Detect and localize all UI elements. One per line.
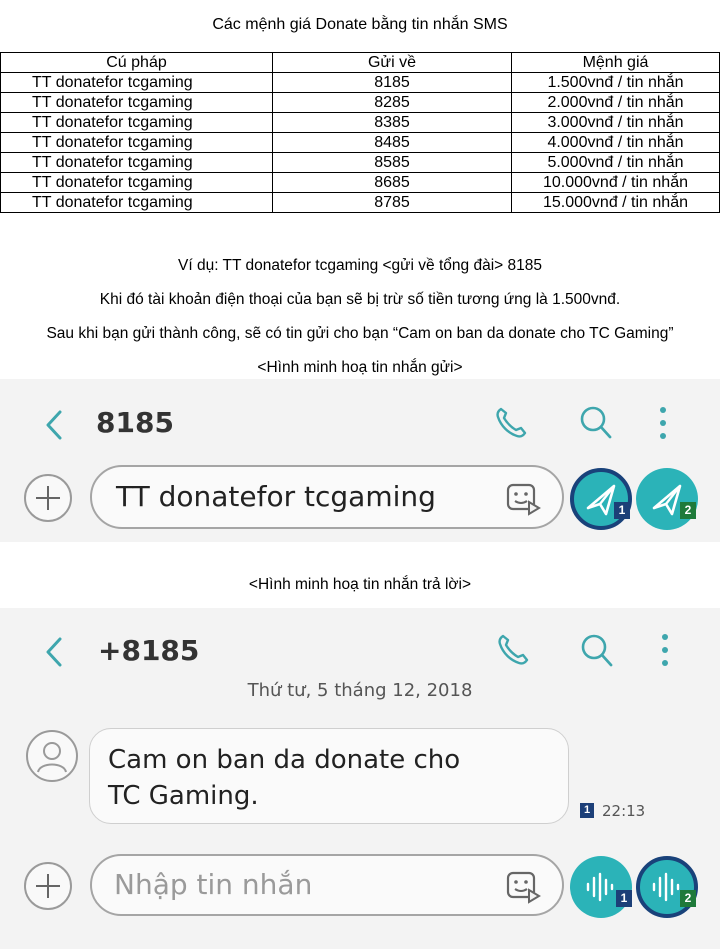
table-row: TT donatefor tcgaming 8185 1.500vnđ / ti… [0,72,720,93]
message-time: 22:13 [602,802,646,820]
phone-icon[interactable] [493,405,529,441]
message-line: TC Gaming. [108,781,259,811]
contact-number: +8185 [98,634,200,667]
more-vertical-icon[interactable] [658,632,672,668]
price-cell: 4.000vnđ / tin nhắn [511,132,720,153]
plus-icon [36,486,60,510]
voice-button-sim2[interactable] [636,856,698,918]
date-separator: Thứ tư, 5 tháng 12, 2018 [247,680,473,701]
voice-button-sim1[interactable] [570,856,632,918]
more-vertical-icon[interactable] [656,405,670,441]
sim1-badge: 1 [614,502,630,519]
sim1-badge: 1 [616,890,632,907]
reply-info-text: Sau khi bạn gửi thành công, sẽ có tin gử… [46,325,674,342]
number-cell: 8485 [272,132,512,153]
phone-icon[interactable] [495,632,531,668]
syntax-cell: TT donatefor tcgaming [0,112,273,133]
attach-button[interactable] [24,862,72,910]
page-title: Các mệnh giá Donate bằng tin nhắn SMS [212,16,508,33]
column-header: Gửi về [272,52,512,73]
syntax-cell: TT donatefor tcgaming [0,192,273,213]
price-cell: 3.000vnđ / tin nhắn [511,112,720,133]
search-icon[interactable] [578,404,614,442]
price-cell: 15.000vnđ / tin nhắn [511,192,720,213]
table-row: TT donatefor tcgaming 8485 4.000vnđ / ti… [0,132,720,153]
sim1-badge: 1 [580,803,594,818]
attach-button[interactable] [24,474,72,522]
sim2-badge: 2 [680,502,696,519]
price-cell: 5.000vnđ / tin nhắn [511,152,720,173]
price-cell: 1.500vnđ / tin nhắn [511,72,720,93]
number-cell: 8285 [272,92,512,113]
column-header: Cú pháp [0,52,273,73]
contact-avatar[interactable] [26,730,78,782]
number-cell: 8785 [272,192,512,213]
donate-table: Cú pháp Gửi về Mệnh giá TT donatefor tcg… [0,52,720,213]
plus-icon [36,874,60,898]
table-row: TT donatefor tcgaming 8285 2.000vnđ / ti… [0,92,720,113]
price-cell: 2.000vnđ / tin nhắn [511,92,720,113]
send-button-sim1[interactable] [570,468,632,530]
back-arrow-icon[interactable] [42,408,66,442]
example-text: Ví dụ: TT donatefor tcgaming <gửi về tổn… [178,257,542,274]
table-row: TT donatefor tcgaming 8585 5.000vnđ / ti… [0,152,720,173]
syntax-cell: TT donatefor tcgaming [0,152,273,173]
send-icon [652,484,682,516]
table-row: TT donatefor tcgaming 8785 15.000vnđ / t… [0,192,720,213]
column-header: Mệnh giá [511,52,720,73]
sim2-badge: 2 [680,890,696,907]
caption-send: <Hình minh hoạ tin nhắn gửi> [257,359,463,376]
caption-reply: <Hình minh hoạ tin nhắn trả lời> [248,576,472,593]
number-cell: 8585 [272,152,512,173]
message-text: Cam on ban da donate cho TC Gaming. [108,742,558,814]
sticker-icon[interactable] [505,480,541,516]
syntax-cell: TT donatefor tcgaming [0,92,273,113]
sticker-icon[interactable] [505,868,541,904]
number-cell: 8385 [272,112,512,133]
price-cell: 10.000vnđ / tin nhắn [511,172,720,193]
syntax-cell: TT donatefor tcgaming [0,172,273,193]
table-row: TT donatefor tcgaming 8385 3.000vnđ / ti… [0,112,720,133]
back-arrow-icon[interactable] [42,635,66,669]
deduct-text: Khi đó tài khoản điện thoại của bạn sẽ b… [99,291,621,308]
message-input-text: TT donatefor tcgaming [116,480,436,513]
avatar-icon [37,742,67,773]
message-input-placeholder: Nhập tin nhắn [114,868,313,901]
syntax-cell: TT donatefor tcgaming [0,72,273,93]
syntax-cell: TT donatefor tcgaming [0,132,273,153]
search-icon[interactable] [579,632,615,670]
voice-icon [586,872,614,902]
table-header-row: Cú pháp Gửi về Mệnh giá [0,52,720,73]
message-line: Cam on ban da donate cho [108,745,461,775]
table-row: TT donatefor tcgaming 8685 10.000vnđ / t… [0,172,720,193]
contact-number: 8185 [96,406,174,439]
send-button-sim2[interactable] [636,468,698,530]
number-cell: 8685 [272,172,512,193]
number-cell: 8185 [272,72,512,93]
